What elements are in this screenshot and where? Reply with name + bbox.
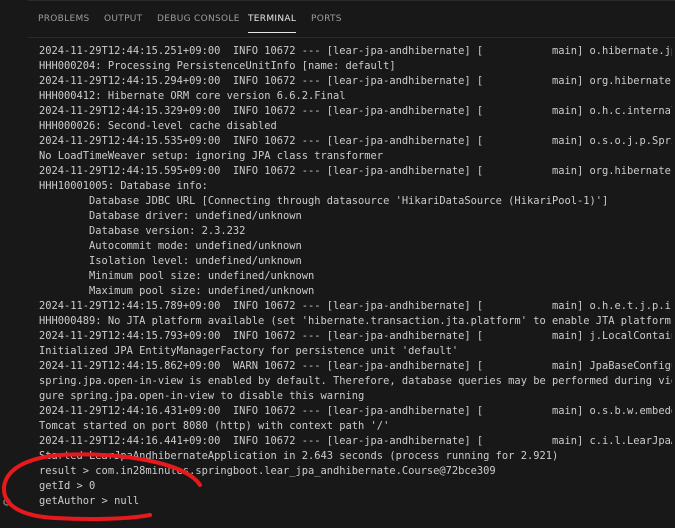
terminal-line: 2024-11-29T12:44:15.789+09:00 INFO 10672… bbox=[39, 300, 675, 312]
terminal-line: 2024-11-29T12:44:15.862+09:00 WARN 10672… bbox=[39, 360, 675, 372]
tab-ports[interactable]: PORTS bbox=[311, 1, 342, 37]
terminal-line: HHH000026: Second-level cache disabled bbox=[39, 120, 277, 132]
terminal-line: Initialized JPA EntityManagerFactory for… bbox=[39, 345, 459, 357]
terminal-line: Database driver: undefined/unknown bbox=[39, 210, 302, 222]
tab-terminal[interactable]: TERMINAL bbox=[248, 1, 297, 37]
terminal-line: HHH000204: Processing PersistenceUnitInf… bbox=[39, 60, 396, 72]
terminal-line: HHH000489: No JTA platform available (se… bbox=[39, 315, 675, 327]
tab-output[interactable]: OUTPUT bbox=[104, 1, 142, 37]
terminal-line: No LoadTimeWeaver setup: ignoring JPA cl… bbox=[39, 150, 384, 162]
terminal-line: Isolation level: undefined/unknown bbox=[39, 255, 302, 267]
terminal-line: 2024-11-29T12:44:16.441+09:00 INFO 10672… bbox=[39, 435, 675, 447]
terminal-output[interactable]: 2024-11-29T12:44:15.251+09:00 INFO 10672… bbox=[39, 44, 675, 528]
terminal-line: 2024-11-29T12:44:15.294+09:00 INFO 10672… bbox=[39, 75, 675, 87]
terminal-line: 2024-11-29T12:44:15.793+09:00 INFO 10672… bbox=[39, 330, 675, 342]
terminal-line: HHH10001005: Database info: bbox=[39, 180, 208, 192]
panel-tab-bar: PROBLEMS OUTPUT DEBUG CONSOLE TERMINAL P… bbox=[28, 1, 675, 38]
gutter-icon: ⚙ bbox=[2, 496, 12, 509]
terminal-line: Maximum pool size: undefined/unknown bbox=[39, 285, 315, 297]
terminal-line: Database JDBC URL [Connecting through da… bbox=[39, 195, 609, 207]
terminal-line: gure spring.jpa.open-in-view to disable … bbox=[39, 390, 365, 402]
terminal-line: 2024-11-29T12:44:16.431+09:00 INFO 10672… bbox=[39, 405, 675, 417]
activity-edge bbox=[0, 0, 28, 528]
terminal-line: Database version: 2.3.232 bbox=[39, 225, 246, 237]
terminal-line: Minimum pool size: undefined/unknown bbox=[39, 270, 315, 282]
terminal-line: 2024-11-29T12:44:15.595+09:00 INFO 10672… bbox=[39, 165, 675, 177]
tab-problems[interactable]: PROBLEMS bbox=[38, 1, 90, 37]
tab-debug-console[interactable]: DEBUG CONSOLE bbox=[157, 1, 240, 37]
terminal-line: getAuthor > null bbox=[39, 495, 140, 507]
terminal-line: getId > 0 bbox=[39, 480, 96, 492]
terminal-line: 2024-11-29T12:44:15.329+09:00 INFO 10672… bbox=[39, 105, 675, 117]
terminal-line: Autocommit mode: undefined/unknown bbox=[39, 240, 302, 252]
terminal-line: Tomcat started on port 8080 (http) with … bbox=[39, 420, 390, 432]
terminal-line: result > com.in28minutes.springboot.lear… bbox=[39, 465, 496, 477]
terminal-line: 2024-11-29T12:44:15.251+09:00 INFO 10672… bbox=[39, 45, 675, 57]
terminal-line: HHH000412: Hibernate ORM core version 6.… bbox=[39, 90, 346, 102]
terminal-line: Started LearJpaAndhibernateApplication i… bbox=[39, 450, 559, 462]
terminal-line: spring.jpa.open-in-view is enabled by de… bbox=[39, 375, 675, 387]
terminal-line: 2024-11-29T12:44:15.535+09:00 INFO 10672… bbox=[39, 135, 675, 147]
